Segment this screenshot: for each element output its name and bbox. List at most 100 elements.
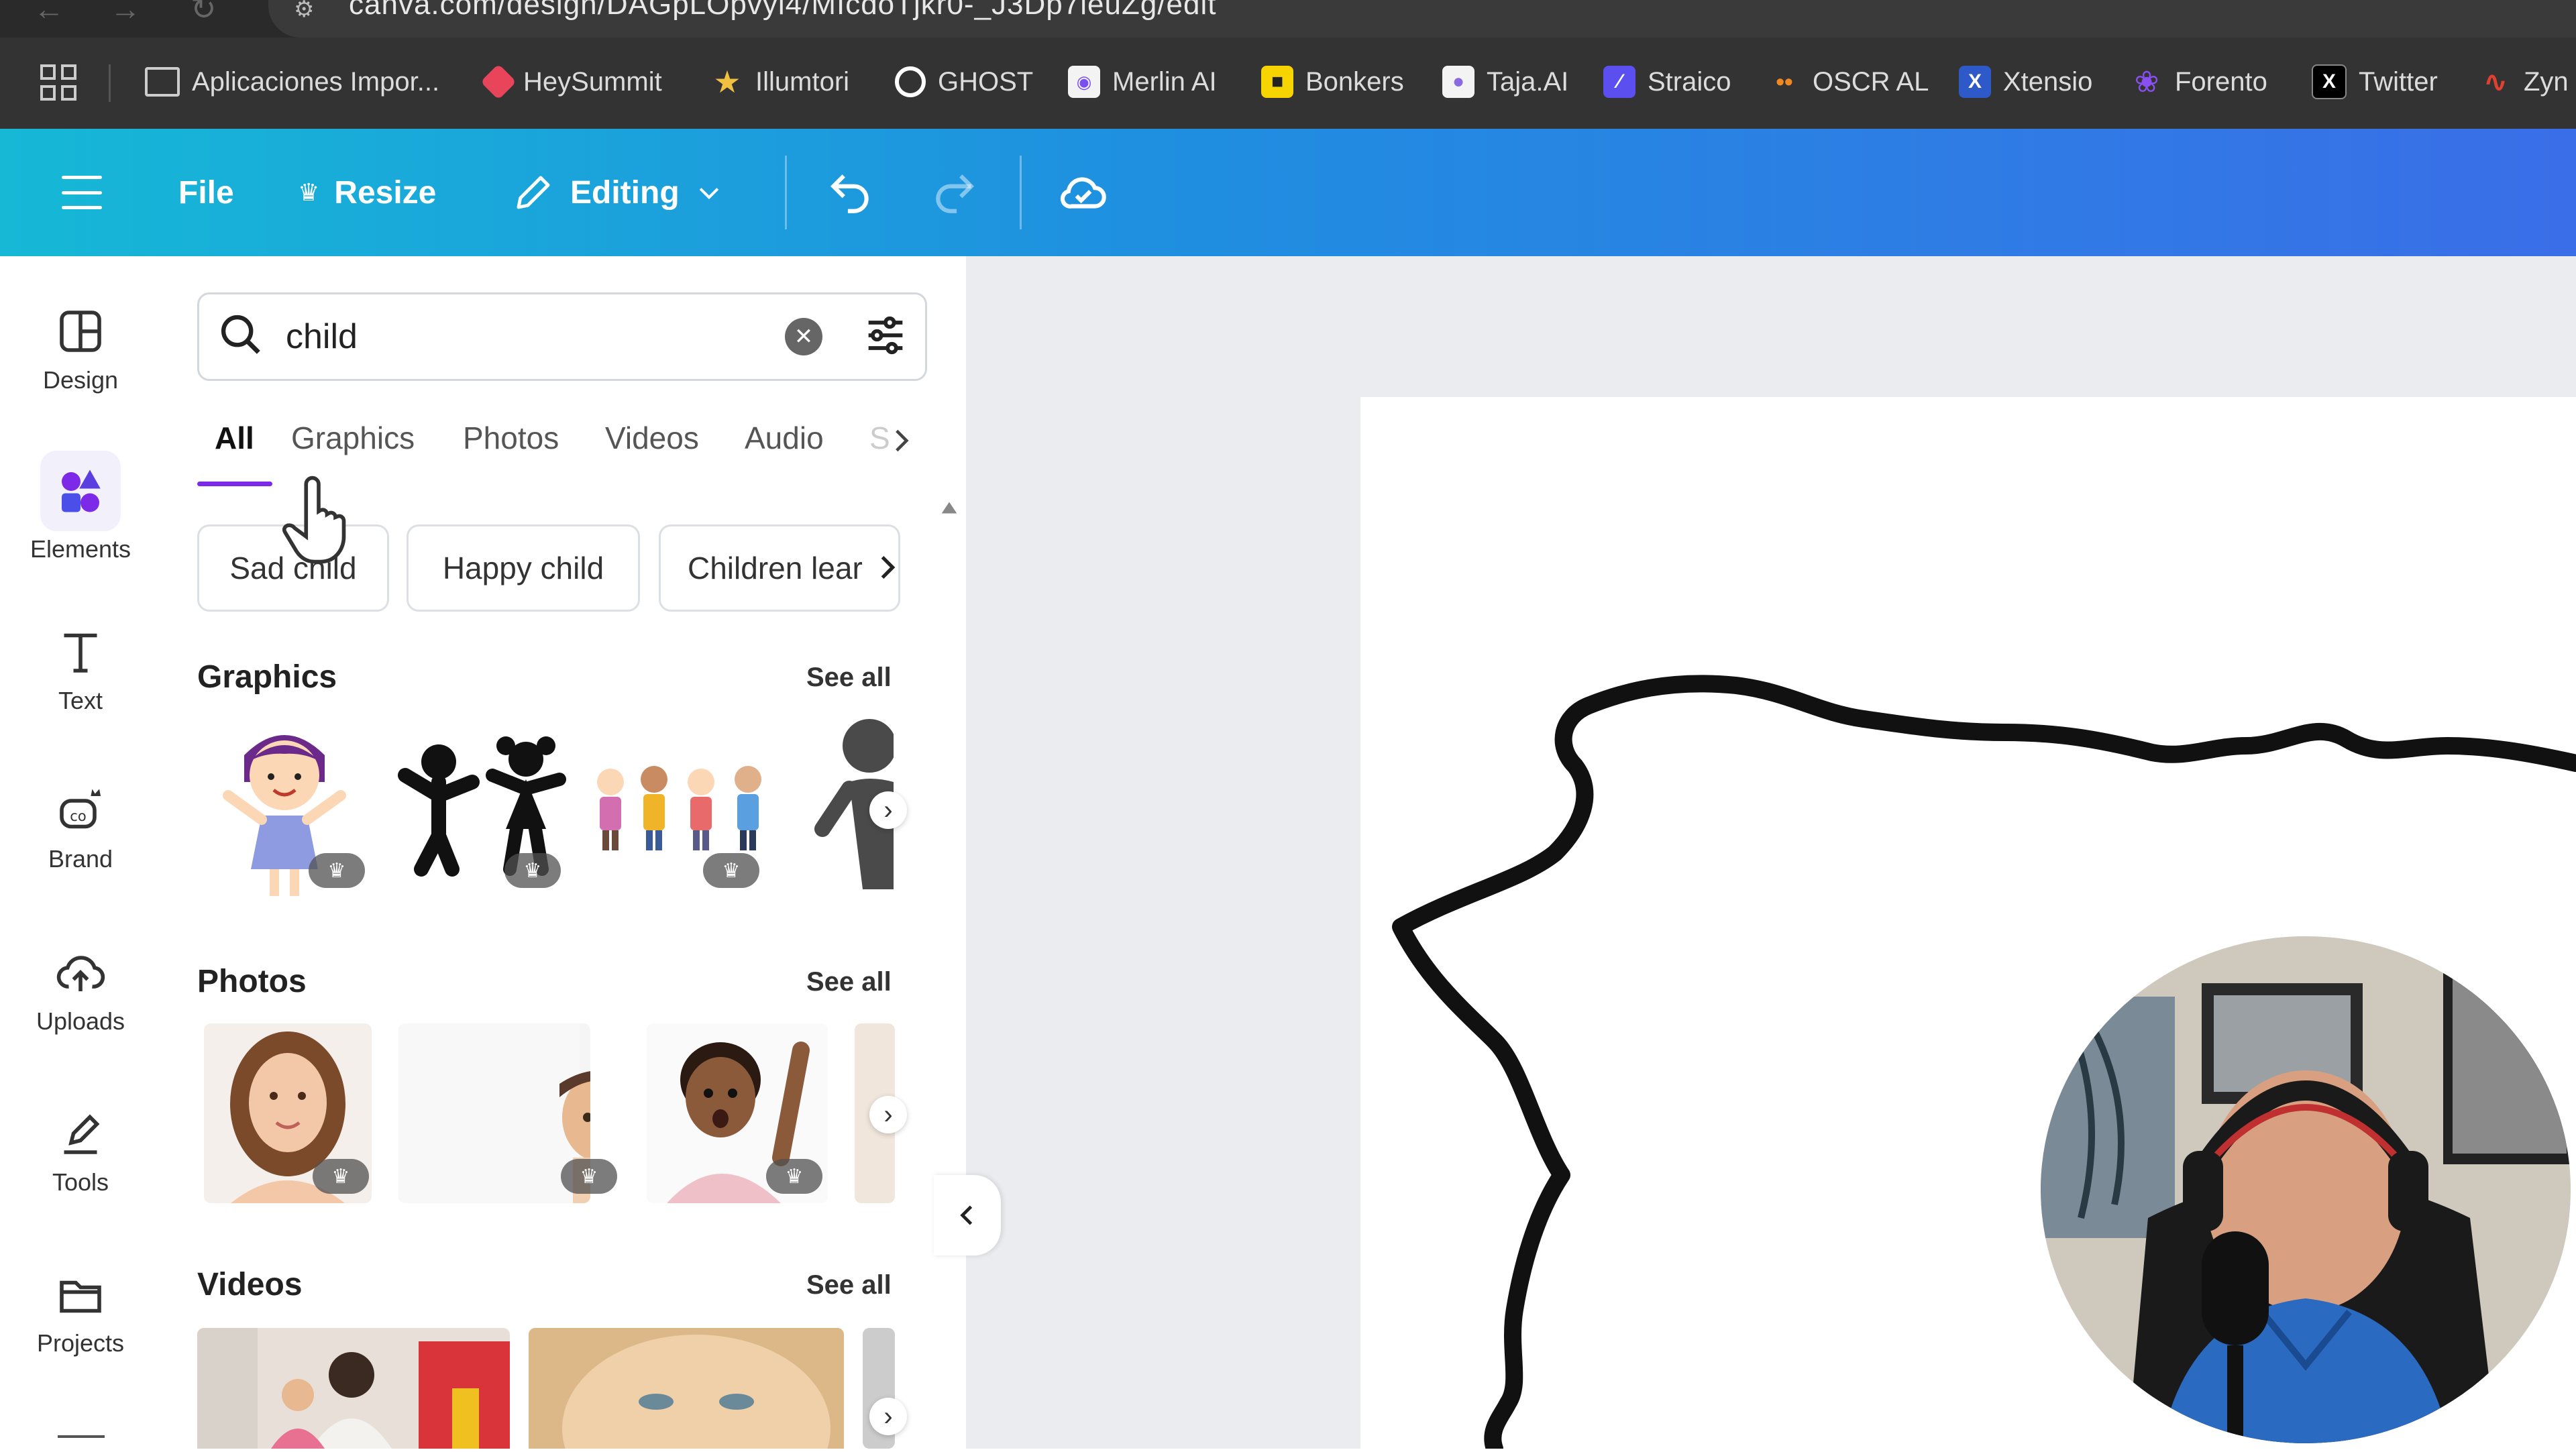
premium-crown-badge: ♛ (313, 1159, 369, 1194)
tabs-next-chevron-icon[interactable] (884, 424, 918, 457)
bookmark-taja[interactable]: ● Taja.AI (1442, 63, 1568, 101)
file-menu-button[interactable]: File (178, 169, 234, 216)
forward-icon[interactable]: → (110, 0, 141, 27)
tab-videos[interactable]: Videos (605, 420, 699, 456)
graphics-next-arrow-icon[interactable]: › (869, 791, 907, 829)
rail-item-uploads[interactable]: Uploads (0, 944, 161, 1036)
premium-crown-badge: ♛ (703, 853, 759, 888)
bookmark-label: Xtensio (2003, 66, 2093, 97)
reload-icon[interactable]: ↻ (191, 0, 217, 27)
video-thumbnail[interactable] (197, 1328, 510, 1449)
rail-item-tools[interactable]: Tools (0, 1105, 161, 1196)
bookmark-oscr[interactable]: •• OSCR AL (1768, 63, 1929, 101)
tab-all[interactable]: All (215, 420, 254, 456)
see-all-videos-link[interactable]: See all (806, 1270, 892, 1300)
undo-icon[interactable] (825, 168, 875, 217)
url-text[interactable]: canva.com/design/DAGpLOpvyl4/MIcdoTjkr0-… (349, 0, 1216, 21)
active-tab-indicator (197, 482, 272, 486)
mother-child-video (197, 1328, 510, 1449)
rail-label: Projects (36, 1329, 125, 1357)
bookmark-zyn[interactable]: ∿ Zyn (2479, 63, 2569, 101)
bookmark-label: Zyn (2524, 66, 2569, 97)
tab-photos[interactable]: Photos (463, 420, 559, 456)
text-t-icon (64, 633, 97, 673)
bookmark-label: Aplicaciones Impor... (192, 66, 440, 97)
site-info-icon[interactable]: ⚙ (294, 0, 314, 23)
rail-item-brand[interactable]: co Brand (0, 782, 161, 873)
rail-more-icon[interactable] (58, 1435, 105, 1445)
search-query-text[interactable]: child (286, 317, 358, 357)
bookmark-xtensio[interactable]: X Xtensio (1959, 63, 2092, 101)
section-title-videos: Videos (197, 1267, 303, 1302)
video-thumbnail[interactable] (529, 1328, 844, 1449)
bookmark-label: OSCR AL (1813, 66, 1929, 97)
oscr-icon: •• (1776, 68, 1793, 95)
section-title-photos: Photos (197, 964, 307, 999)
bookmark-label: Taja.AI (1487, 66, 1569, 97)
bookmark-label: Bonkers (1305, 66, 1404, 97)
bookmark-label: Forento (2175, 66, 2267, 97)
editing-mode-dropdown[interactable]: Editing (511, 169, 724, 216)
videos-next-arrow-icon[interactable]: › (869, 1398, 907, 1435)
filter-sliders-icon[interactable] (860, 310, 911, 361)
tools-pen-icon (64, 1114, 100, 1154)
rail-label: Text (58, 687, 103, 714)
active-rail-highlight (40, 451, 121, 531)
ghost-icon (895, 66, 926, 97)
rail-item-projects[interactable]: Projects (0, 1266, 161, 1357)
star-icon: ★ (713, 64, 741, 99)
rail-item-text[interactable]: Text (0, 624, 161, 715)
clear-search-icon[interactable]: ✕ (785, 318, 822, 355)
premium-crown-badge: ♛ (309, 853, 365, 888)
folder-icon (60, 1280, 101, 1313)
cloud-saved-icon[interactable] (1056, 165, 1111, 220)
bookmark-straico[interactable]: ⁄ Straico (1603, 63, 1731, 101)
bookmark-bonkers[interactable]: ■ Bonkers (1261, 63, 1404, 101)
see-all-photos-link[interactable]: See all (806, 967, 892, 997)
collapse-panel-button[interactable] (934, 1175, 1001, 1255)
rail-item-design[interactable]: Design (0, 303, 161, 394)
bookmark-label: Illumtori (755, 66, 850, 97)
heysummit-icon (480, 64, 517, 100)
bonkers-icon: ■ (1261, 66, 1293, 98)
back-icon[interactable]: ← (34, 0, 64, 27)
premium-crown-badge: ♛ (766, 1159, 822, 1194)
pencil-icon (517, 176, 550, 209)
tab-graphics[interactable]: Graphics (291, 420, 415, 456)
bookmark-forento[interactable]: ❀ Forento (2131, 63, 2267, 101)
merlin-icon: ◉ (1068, 66, 1100, 98)
bookmark-heysummit[interactable]: HeySummit (480, 63, 662, 101)
file-label: File (178, 174, 234, 211)
photos-next-arrow-icon[interactable]: › (869, 1096, 907, 1133)
rail-label: Brand (48, 845, 113, 873)
zyn-icon: ∿ (2483, 65, 2508, 99)
rail-item-elements[interactable]: Elements (0, 451, 161, 563)
chevron-left-icon (960, 1205, 973, 1225)
bookmark-ghost[interactable]: GHOST (895, 63, 1033, 101)
tab-audio[interactable]: Audio (745, 420, 824, 456)
toolbar-divider (1020, 156, 1022, 229)
redo-icon[interactable] (930, 168, 979, 217)
bookmark-illumtori[interactable]: ★ Illumtori (711, 63, 849, 101)
bookmark-merlin[interactable]: ◉ Merlin AI (1068, 63, 1217, 101)
menu-hamburger-icon[interactable] (62, 176, 102, 209)
apps-grid-icon[interactable] (40, 64, 76, 101)
design-layout-icon (60, 311, 101, 352)
straico-icon: ⁄ (1603, 66, 1635, 98)
bookmark-label: GHOST (938, 66, 1034, 97)
webcam-overlay (2041, 936, 2571, 1443)
x-twitter-icon: X (2312, 64, 2347, 99)
suggestion-chip[interactable]: Children lear (659, 524, 900, 612)
scroll-up-icon[interactable] (938, 496, 961, 519)
toolbar-divider (785, 156, 787, 229)
rail-label: Design (42, 366, 119, 394)
suggestion-chip[interactable]: Happy child (407, 524, 640, 612)
chips-next-chevron-icon[interactable] (869, 550, 904, 585)
chevron-down-icon (699, 188, 718, 200)
bookmarks-divider (109, 64, 111, 102)
resize-button[interactable]: ♛ Resize (298, 169, 436, 216)
see-all-graphics-link[interactable]: See all (806, 663, 892, 693)
bookmark-aplicaciones[interactable]: Aplicaciones Impor... (145, 63, 439, 101)
cloud-upload-icon (56, 956, 105, 991)
bookmark-twitter[interactable]: X Twitter (2312, 63, 2438, 101)
